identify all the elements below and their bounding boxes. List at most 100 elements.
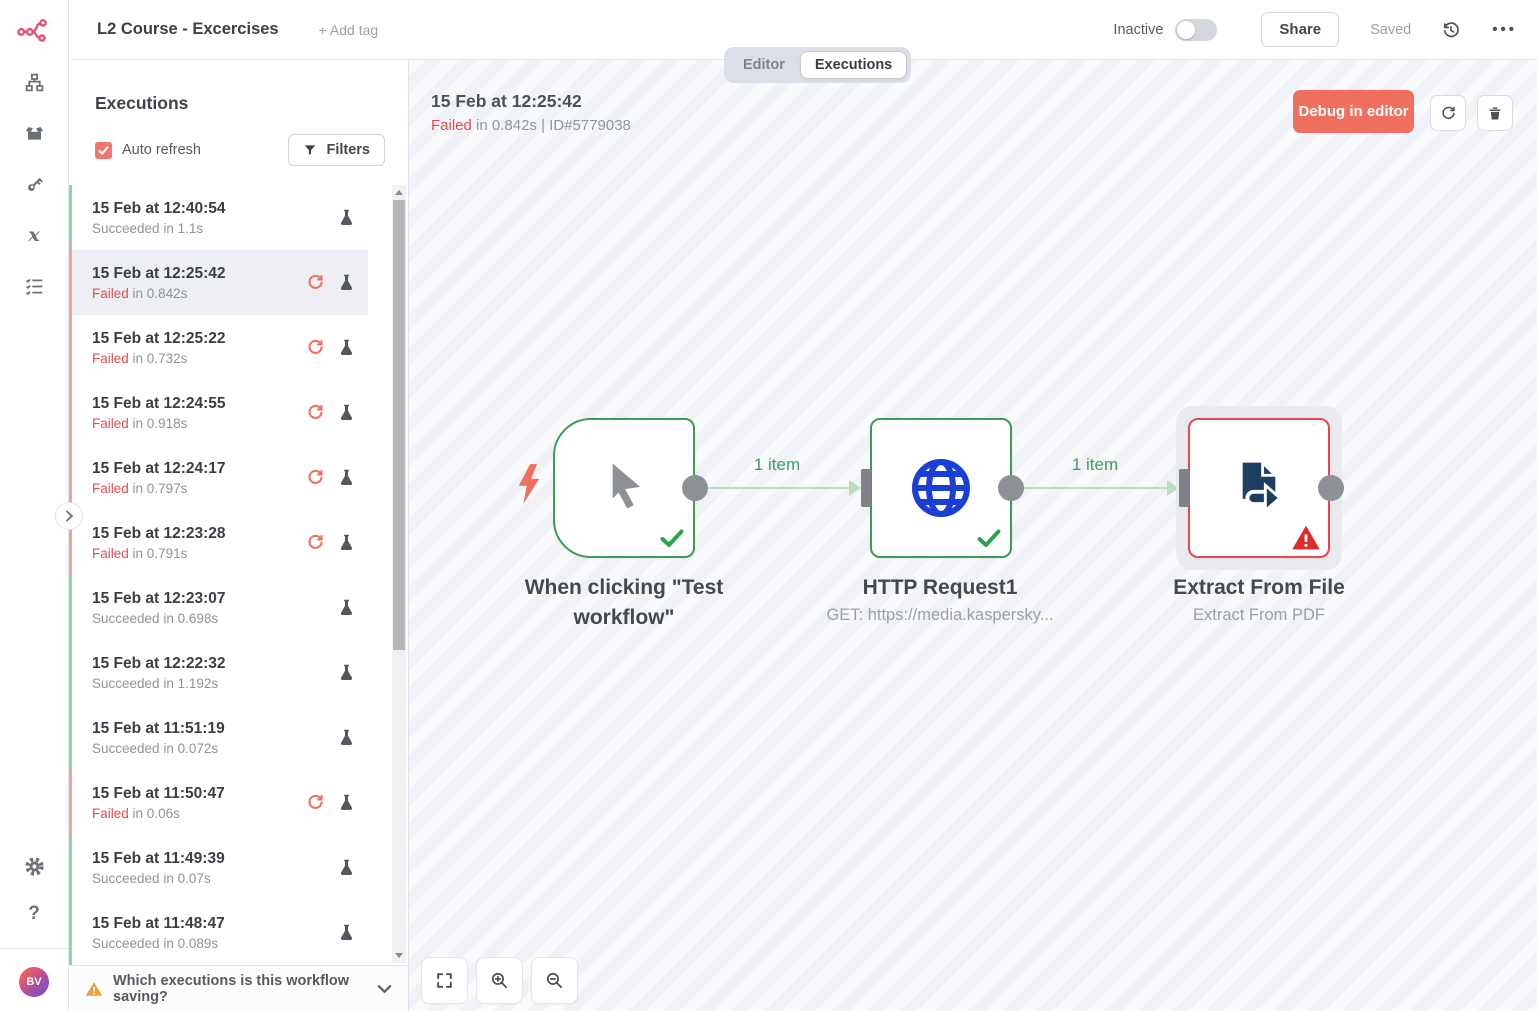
tab-executions[interactable]: Executions — [800, 51, 907, 79]
history-icon — [1441, 20, 1461, 40]
scroll-up-arrow[interactable] — [392, 185, 406, 200]
execution-list-item[interactable]: 15 Feb at 12:40:54 Succeeded in 1.1s — [68, 185, 368, 250]
debug-flask-icon[interactable] — [339, 599, 354, 617]
execution-list-item[interactable]: 15 Feb at 11:51:19 Succeeded in 0.072s — [68, 705, 368, 770]
execution-list-item[interactable]: 15 Feb at 12:23:28 Failed in 0.791s — [68, 510, 368, 575]
success-check-icon — [660, 529, 684, 548]
help-button[interactable]: ? — [22, 902, 46, 926]
file-export-icon — [1230, 459, 1288, 517]
refresh-execution-button[interactable] — [1430, 95, 1466, 131]
debug-in-editor-button[interactable]: Debug in editor — [1293, 90, 1414, 133]
filters-button[interactable]: Filters — [288, 134, 385, 166]
retry-icon[interactable] — [306, 273, 325, 292]
chevron-down-icon[interactable] — [377, 984, 392, 994]
gear-icon — [24, 856, 45, 877]
auto-refresh-checkbox[interactable] — [95, 142, 112, 159]
execution-list-item[interactable]: 15 Feb at 12:25:42 Failed in 0.842s — [68, 250, 368, 315]
output-connector[interactable] — [682, 475, 708, 501]
zoom-in-button[interactable] — [476, 957, 523, 1004]
globe-icon — [909, 456, 973, 520]
execution-list-item[interactable]: 15 Feb at 12:22:32 Succeeded in 1.192s — [68, 640, 368, 705]
execution-result: Succeeded in 1.1s — [92, 221, 226, 236]
add-tag-button[interactable]: + Add tag — [319, 22, 379, 38]
execution-list-item[interactable]: 15 Feb at 12:24:17 Failed in 0.797s — [68, 445, 368, 510]
debug-flask-icon[interactable] — [339, 859, 354, 877]
error-warning-icon — [1291, 524, 1321, 551]
key-icon — [24, 174, 45, 195]
executions-footer[interactable]: Which executions is this workflow saving… — [68, 965, 408, 1011]
debug-flask-icon[interactable] — [339, 404, 354, 422]
retry-icon[interactable] — [306, 403, 325, 422]
execution-detail-header: 15 Feb at 12:25:42 Failed in 0.842s | ID… — [431, 91, 631, 134]
debug-flask-icon[interactable] — [339, 794, 354, 812]
workflow-title[interactable]: L2 Course - Excercises — [97, 20, 279, 39]
execution-list-item[interactable]: 15 Feb at 12:25:22 Failed in 0.732s — [68, 315, 368, 380]
execution-list-item[interactable]: 15 Feb at 12:24:55 Failed in 0.918s — [68, 380, 368, 445]
sidebar-item-credentials[interactable] — [22, 172, 46, 196]
node-extract-from-file[interactable] — [1188, 418, 1330, 558]
avatar-initials: BV — [26, 976, 41, 988]
active-toggle[interactable] — [1175, 19, 1217, 41]
retry-icon[interactable] — [306, 468, 325, 487]
debug-flask-icon[interactable] — [339, 339, 354, 357]
executions-scrollbar[interactable] — [392, 185, 406, 963]
executions-panel: Executions Auto refresh Filters 15 Feb a… — [68, 60, 409, 1011]
sidebar-item-executions[interactable] — [22, 274, 46, 298]
retry-icon[interactable] — [306, 533, 325, 552]
collapse-panel-button[interactable] — [55, 502, 83, 530]
n8n-logo[interactable] — [17, 16, 51, 44]
saved-status: Saved — [1370, 22, 1411, 38]
execution-result: Succeeded in 0.089s — [92, 936, 225, 951]
trash-icon — [1487, 105, 1503, 122]
node-when-clicking-test-workflow[interactable] — [553, 418, 695, 558]
filters-label: Filters — [326, 142, 370, 158]
execution-list-item[interactable]: 15 Feb at 11:49:39 Succeeded in 0.07s — [68, 835, 368, 900]
debug-flask-icon[interactable] — [339, 469, 354, 487]
execution-list-item[interactable]: 15 Feb at 11:48:47 Succeeded in 0.089s — [68, 900, 368, 965]
debug-flask-icon[interactable] — [339, 664, 354, 682]
question-icon: ? — [28, 903, 40, 925]
execution-time: 15 Feb at 12:23:28 — [92, 525, 226, 543]
retry-icon[interactable] — [306, 338, 325, 357]
execution-result: Failed in 0.842s — [92, 286, 226, 301]
zoom-out-button[interactable] — [531, 957, 578, 1004]
output-connector[interactable] — [998, 475, 1024, 501]
debug-flask-icon[interactable] — [339, 534, 354, 552]
fit-view-icon — [435, 971, 454, 990]
execution-result: Failed in 0.918s — [92, 416, 226, 431]
avatar[interactable]: BV — [19, 967, 49, 997]
scroll-down-arrow[interactable] — [392, 948, 406, 963]
history-button[interactable] — [1441, 20, 1461, 40]
sidebar-item-variables[interactable]: x — [22, 223, 46, 247]
node-name: When clicking "Test workflow" — [494, 573, 754, 633]
funnel-icon — [303, 143, 317, 157]
execution-time: 15 Feb at 12:23:07 — [92, 590, 226, 608]
checklist-icon — [24, 276, 45, 297]
input-connector[interactable] — [861, 469, 871, 507]
tab-editor[interactable]: Editor — [728, 51, 800, 79]
execution-list-item[interactable]: 15 Feb at 11:50:47 Failed in 0.06s — [68, 770, 368, 835]
debug-flask-icon[interactable] — [339, 924, 354, 942]
debug-flask-icon[interactable] — [339, 274, 354, 292]
node-http-request1[interactable] — [870, 418, 1012, 558]
auto-refresh-label[interactable]: Auto refresh — [122, 142, 201, 158]
workflow-canvas[interactable]: 15 Feb at 12:25:42 Failed in 0.842s | ID… — [409, 60, 1537, 1011]
debug-flask-icon[interactable] — [339, 729, 354, 747]
input-connector[interactable] — [1179, 469, 1189, 507]
delete-execution-button[interactable] — [1477, 95, 1513, 131]
retry-icon[interactable] — [306, 793, 325, 812]
output-connector[interactable] — [1318, 475, 1344, 501]
settings-button[interactable] — [22, 854, 46, 878]
execution-result: Succeeded in 0.07s — [92, 871, 225, 886]
variables-icon: x — [28, 226, 39, 245]
execution-time: 15 Feb at 12:24:55 — [92, 395, 226, 413]
execution-list-item[interactable]: 15 Feb at 12:23:07 Succeeded in 0.698s — [68, 575, 368, 640]
execution-result: Failed in 0.732s — [92, 351, 226, 366]
fit-view-button[interactable] — [421, 957, 468, 1004]
sidebar-item-templates[interactable] — [22, 121, 46, 145]
share-button[interactable]: Share — [1261, 12, 1339, 47]
scrollbar-thumb[interactable] — [393, 200, 405, 650]
sidebar-item-workflows[interactable] — [22, 70, 46, 94]
more-options-button[interactable]: ••• — [1492, 21, 1517, 38]
debug-flask-icon[interactable] — [339, 209, 354, 227]
